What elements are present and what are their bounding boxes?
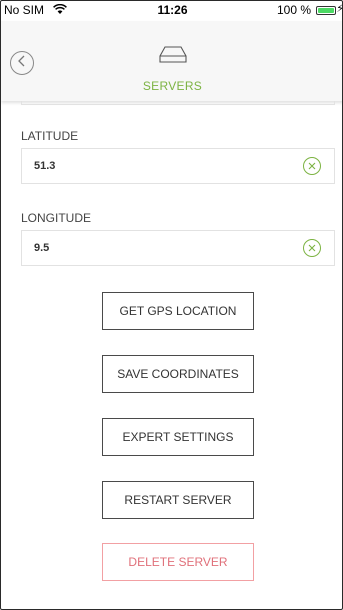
chevron-left-icon [17,54,27,72]
navigation-header: SERVERS [1,21,342,101]
latitude-value[interactable]: 51.3 [34,160,55,172]
clear-circle-icon [308,162,316,170]
delete-server-button[interactable]: DELETE SERVER [102,543,254,581]
battery-icon [316,6,336,15]
expert-settings-button[interactable]: EXPERT SETTINGS [102,418,254,456]
restart-server-button[interactable]: RESTART SERVER [102,481,254,519]
clear-longitude-button[interactable] [303,239,321,257]
battery-percentage: 100 % [276,3,311,17]
longitude-field[interactable]: 9.5 [21,230,335,266]
app-screen: No SIM 11:26 100 % ⚡ SE [0,0,343,610]
charging-icon: ⚡ [336,2,342,15]
server-icon [158,45,188,70]
page-title: SERVERS [142,79,203,93]
status-bar: No SIM 11:26 100 % ⚡ [1,1,342,21]
clear-circle-icon [308,244,316,252]
save-coordinates-button[interactable]: SAVE COORDINATES [102,355,254,393]
latitude-field[interactable]: 51.3 [21,148,335,184]
clear-latitude-button[interactable] [303,157,321,175]
latitude-label: LATITUDE [21,129,79,143]
get-gps-location-button[interactable]: GET GPS LOCATION [102,292,254,330]
back-button[interactable] [10,51,34,75]
longitude-value[interactable]: 9.5 [34,242,49,254]
longitude-label: LONGITUDE [21,211,92,225]
previous-field-edge [21,101,335,105]
